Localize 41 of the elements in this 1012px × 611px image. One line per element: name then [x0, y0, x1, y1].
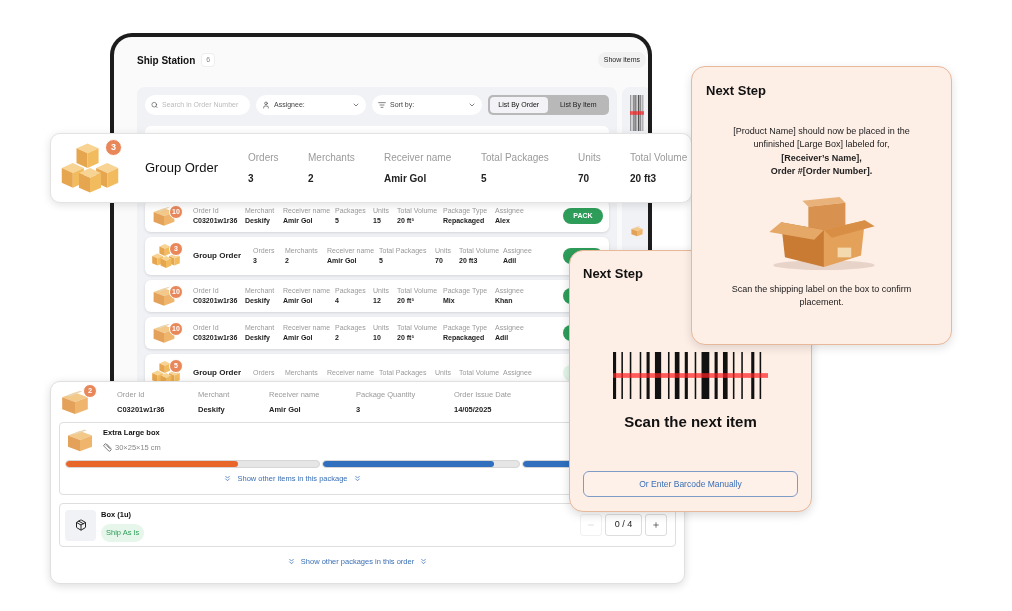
chevrons-down-icon: [352, 474, 362, 484]
box-icon: [59, 389, 91, 415]
field-value: 20 ft3: [630, 172, 658, 186]
filter-icon: [378, 101, 386, 109]
instruction-text: [Product Name] should now be placed in the unfinished [Large Box] labeled for, [Receiver’s Name], Order #[Order Number].: [732, 124, 911, 178]
count-badge: 3: [105, 139, 122, 156]
field-value: Amir Gol: [384, 172, 428, 186]
field-label: Total Volume: [630, 151, 689, 165]
chevrons-down-icon: [223, 474, 233, 484]
search-icon: [151, 101, 159, 109]
field-label: Receiver name: [384, 151, 453, 165]
scan-prompt: Scan the next item: [624, 411, 757, 432]
field-value: 3: [248, 172, 255, 186]
field-value: 2: [308, 172, 315, 186]
ruler-icon: [103, 442, 112, 452]
field-value: 70: [578, 172, 591, 186]
user-icon: [262, 101, 270, 109]
field-label: Merchants: [308, 151, 356, 165]
increment-button[interactable]: [645, 514, 667, 536]
field-label: Units: [578, 151, 602, 165]
row-title: Group Order: [193, 367, 242, 379]
quantity-counter: 0 / 4: [605, 514, 642, 536]
box-icon: [74, 519, 87, 531]
barcode-icon: [630, 95, 644, 131]
row-title: Group Order: [193, 250, 242, 262]
instruction-note: Scan the shipping label on the box to confirm placement.: [730, 282, 913, 309]
boxes-stack-icon: [59, 141, 121, 195]
field-label: Total Packages: [481, 151, 550, 165]
boxes-stack-icon: [151, 242, 181, 270]
card-title: Next Step: [706, 82, 766, 100]
chevron-down-icon: [468, 101, 476, 109]
page-title: Ship Station: [137, 53, 196, 68]
enter-barcode-button[interactable]: Or Enter Barcode Manually: [583, 471, 798, 497]
plus-icon: [652, 521, 660, 529]
group-title: Group Order: [145, 159, 219, 178]
field-label: Orders: [248, 151, 280, 165]
chevron-down-icon: [352, 101, 360, 109]
chevrons-down-icon: [419, 557, 429, 567]
box-icon: [630, 225, 644, 237]
chevrons-down-icon: [286, 557, 296, 567]
field-value: 5: [481, 172, 488, 186]
